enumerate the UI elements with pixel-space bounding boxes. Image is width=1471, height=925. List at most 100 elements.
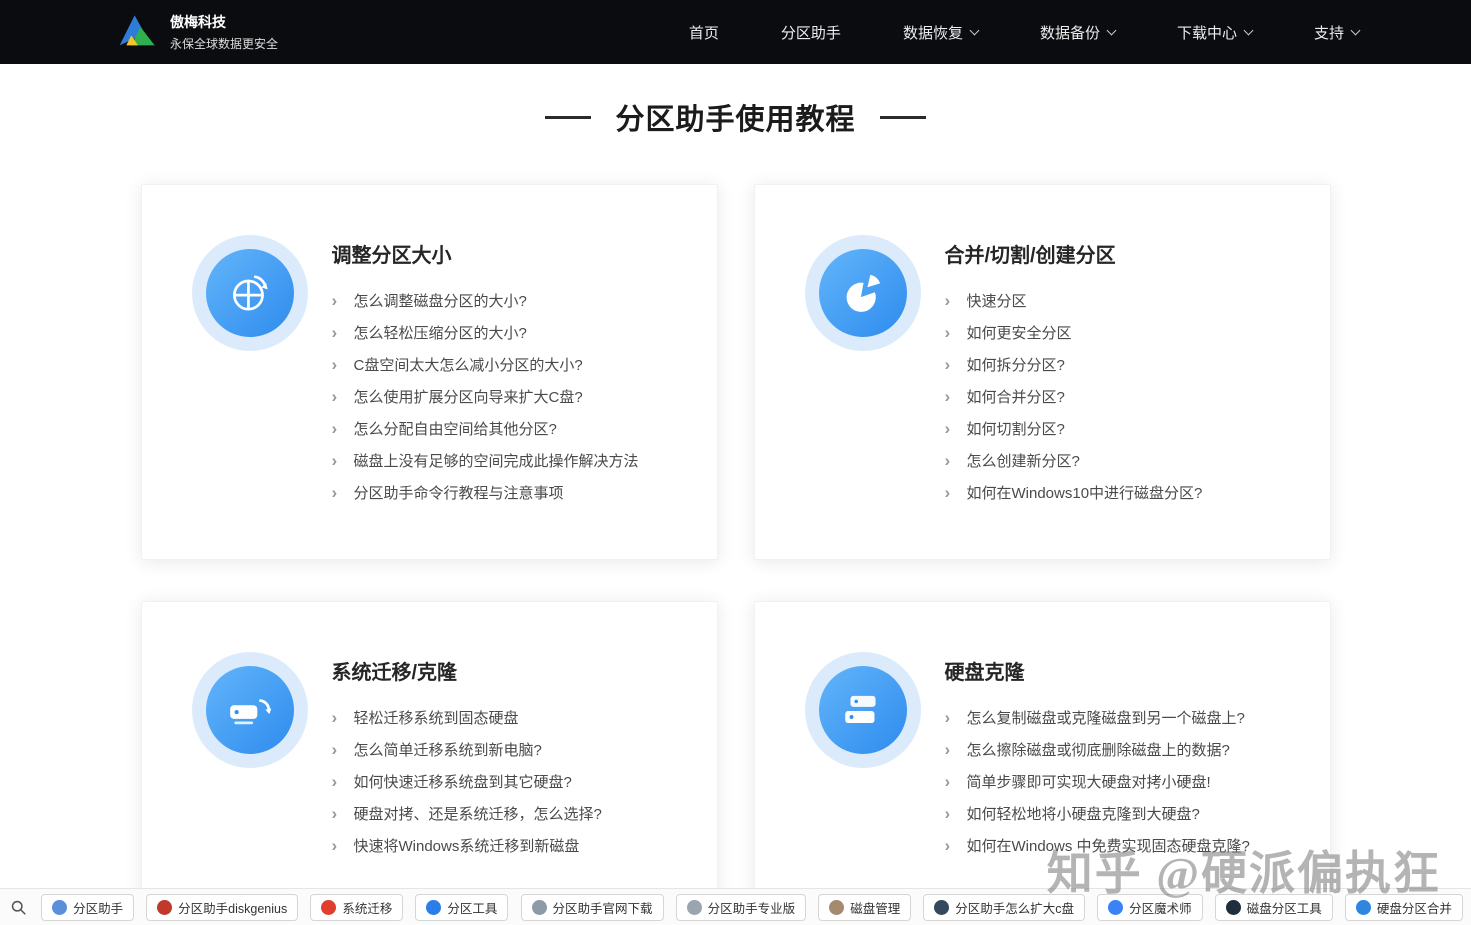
tutorial-card: 系统迁移/克隆 › 轻松迁移系统到固态硬盘 › 怎么简单迁移系统到新电脑? › … bbox=[140, 601, 718, 925]
tutorial-link[interactable]: › 如何更安全分区 bbox=[945, 316, 1304, 348]
taskbar-item-label: 分区工具 bbox=[447, 901, 498, 916]
top-nav-bar: 傲梅科技 永保全球数据更安全 首页 分区助手 数据恢复 数据备份 下载中心 支持 bbox=[0, 0, 1471, 64]
chevron-right-icon: › bbox=[331, 354, 338, 374]
tutorial-link-text[interactable]: 硬盘对拷、还是系统迁移，怎么选择? bbox=[354, 803, 602, 824]
tutorial-link-text[interactable]: 如何切割分区? bbox=[967, 418, 1065, 439]
tutorial-link[interactable]: › 如何轻松地将小硬盘克隆到大硬盘? bbox=[945, 797, 1304, 829]
nav-item-3[interactable]: 数据恢复 bbox=[902, 22, 980, 43]
tutorial-link-text[interactable]: 快速将Windows系统迁移到新磁盘 bbox=[354, 835, 580, 856]
chevron-down-icon bbox=[1243, 25, 1254, 35]
taskbar-item-label: 分区助手diskgenius bbox=[178, 901, 288, 916]
card-icon-halo bbox=[804, 652, 921, 768]
tutorial-link[interactable]: › 如何切割分区? bbox=[945, 412, 1304, 444]
tutorial-link-text[interactable]: 怎么擦除磁盘或彻底删除磁盘上的数据? bbox=[967, 739, 1230, 760]
taskbar-item[interactable]: 分区工具 bbox=[415, 893, 509, 921]
tutorial-link-text[interactable]: 轻松迁移系统到固态硬盘 bbox=[354, 707, 519, 728]
main-nav: 首页 分区助手 数据恢复 数据备份 下载中心 支持 bbox=[689, 22, 1361, 43]
disk-clone-icon bbox=[818, 666, 907, 754]
tutorial-link[interactable]: › 怎么擦除磁盘或彻底删除磁盘上的数据? bbox=[945, 733, 1304, 765]
nav-item-4[interactable]: 数据备份 bbox=[1040, 22, 1117, 43]
tutorial-link[interactable]: › 怎么使用扩展分区向导来扩大C盘? bbox=[332, 380, 691, 412]
chevron-right-icon: › bbox=[331, 803, 338, 823]
watermark: 知乎 @硬派偏执狂 bbox=[1046, 848, 1441, 899]
chevron-right-icon: › bbox=[331, 386, 338, 406]
system-migrate-icon bbox=[205, 666, 294, 754]
tutorial-link[interactable]: › 怎么调整磁盘分区的大小? bbox=[332, 284, 691, 316]
taskbar-item[interactable]: 磁盘管理 bbox=[818, 893, 912, 921]
nav-item-2[interactable]: 分区助手 bbox=[781, 22, 841, 43]
tutorial-link[interactable]: › 怎么分配自由空间给其他分区? bbox=[332, 412, 691, 444]
cards-grid: 调整分区大小 › 怎么调整磁盘分区的大小? › 怎么轻松压缩分区的大小? › C… bbox=[140, 184, 1331, 925]
tutorial-link-text[interactable]: C盘空间太大怎么减小分区的大小? bbox=[354, 354, 583, 375]
favicon-icon bbox=[321, 899, 337, 915]
taskbar-item[interactable]: 分区助手专业版 bbox=[675, 893, 807, 921]
tutorial-link-text[interactable]: 怎么简单迁移系统到新电脑? bbox=[354, 739, 542, 760]
tutorial-link-text[interactable]: 怎么轻松压缩分区的大小? bbox=[354, 322, 527, 343]
favicon-icon bbox=[934, 899, 950, 915]
tutorial-link[interactable]: › 轻松迁移系统到固态硬盘 bbox=[332, 701, 691, 733]
favicon-icon bbox=[829, 899, 845, 915]
taskbar-item-label: 分区助手官网下载 bbox=[552, 901, 653, 916]
tutorial-link-text[interactable]: 如何拆分分区? bbox=[967, 354, 1065, 375]
taskbar-item[interactable]: 分区助手diskgenius bbox=[146, 893, 299, 921]
tutorial-link-text[interactable]: 怎么调整磁盘分区的大小? bbox=[354, 290, 527, 311]
tutorial-link[interactable]: › 快速将Windows系统迁移到新磁盘 bbox=[332, 829, 691, 861]
brand-text: 傲梅科技 永保全球数据更安全 bbox=[170, 12, 278, 52]
tutorial-link-text[interactable]: 快速分区 bbox=[967, 290, 1027, 311]
nav-item-6[interactable]: 支持 bbox=[1314, 22, 1361, 43]
tutorial-link-text[interactable]: 分区助手命令行教程与注意事项 bbox=[354, 482, 564, 503]
tutorial-link[interactable]: › 怎么简单迁移系统到新电脑? bbox=[332, 733, 691, 765]
chevron-right-icon: › bbox=[331, 418, 338, 438]
nav-item-1[interactable]: 首页 bbox=[689, 22, 719, 43]
tutorial-link[interactable]: › 如何拆分分区? bbox=[945, 348, 1304, 380]
merge-split-partition-icon bbox=[818, 249, 907, 337]
tutorial-link[interactable]: › 简单步骤即可实现大硬盘对拷小硬盘! bbox=[945, 765, 1304, 797]
chevron-right-icon: › bbox=[331, 835, 338, 855]
tutorial-link-text[interactable]: 怎么使用扩展分区向导来扩大C盘? bbox=[354, 386, 583, 407]
tutorial-link[interactable]: › 快速分区 bbox=[945, 284, 1304, 316]
tutorial-link-text[interactable]: 如何快速迁移系统盘到其它硬盘? bbox=[354, 771, 572, 792]
taskbar-item-label: 系统迁移 bbox=[342, 901, 393, 916]
tutorial-link[interactable]: › 硬盘对拷、还是系统迁移，怎么选择? bbox=[332, 797, 691, 829]
card-title: 合并/切割/创建分区 bbox=[944, 245, 1116, 267]
brand[interactable]: 傲梅科技 永保全球数据更安全 bbox=[118, 11, 278, 53]
tutorial-link[interactable]: › C盘空间太大怎么减小分区的大小? bbox=[332, 348, 691, 380]
tutorial-link[interactable]: › 怎么轻松压缩分区的大小? bbox=[332, 316, 691, 348]
tutorial-link-text[interactable]: 磁盘上没有足够的空间完成此操作解决方法 bbox=[354, 450, 639, 471]
aomei-logo-icon bbox=[118, 11, 158, 53]
tutorial-link[interactable]: › 怎么创建新分区? bbox=[945, 444, 1304, 476]
chevron-right-icon: › bbox=[944, 739, 951, 759]
nav-item-label: 下载中心 bbox=[1176, 24, 1237, 42]
chevron-right-icon: › bbox=[331, 482, 338, 502]
favicon-icon bbox=[157, 899, 173, 915]
tutorial-link[interactable]: › 怎么复制磁盘或克隆磁盘到另一个磁盘上? bbox=[945, 701, 1304, 733]
tutorial-link[interactable]: › 如何合并分区? bbox=[945, 380, 1304, 412]
card-title: 硬盘克隆 bbox=[944, 662, 1025, 684]
nav-item-label: 数据恢复 bbox=[902, 24, 963, 42]
tutorial-link[interactable]: › 分区助手命令行教程与注意事项 bbox=[332, 476, 691, 508]
chevron-right-icon: › bbox=[944, 386, 951, 406]
taskbar-item[interactable]: 系统迁移 bbox=[310, 893, 404, 921]
tutorial-link-text[interactable]: 如何轻松地将小硬盘克隆到大硬盘? bbox=[967, 803, 1200, 824]
tutorial-link-text[interactable]: 如何在Windows10中进行磁盘分区? bbox=[967, 482, 1203, 503]
chevron-right-icon: › bbox=[331, 322, 338, 342]
card-link-list: › 轻松迁移系统到固态硬盘 › 怎么简单迁移系统到新电脑? › 如何快速迁移系统… bbox=[332, 701, 691, 861]
taskbar-item[interactable]: 分区助手 bbox=[41, 893, 135, 921]
nav-item-5[interactable]: 下载中心 bbox=[1176, 22, 1254, 43]
taskbar-item[interactable]: 分区助手官网下载 bbox=[520, 893, 664, 921]
tutorial-link[interactable]: › 如何快速迁移系统盘到其它硬盘? bbox=[332, 765, 691, 797]
tutorial-link-text[interactable]: 怎么分配自由空间给其他分区? bbox=[354, 418, 557, 439]
chevron-down-icon bbox=[969, 25, 980, 35]
tutorial-link[interactable]: › 如何在Windows10中进行磁盘分区? bbox=[945, 476, 1304, 508]
tutorial-link-text[interactable]: 如何合并分区? bbox=[967, 386, 1065, 407]
tutorial-link-text[interactable]: 简单步骤即可实现大硬盘对拷小硬盘! bbox=[967, 771, 1211, 792]
card-link-list: › 快速分区 › 如何更安全分区 › 如何拆分分区? › 如何合并分区? › 如… bbox=[945, 284, 1304, 508]
tutorial-link-text[interactable]: 怎么复制磁盘或克隆磁盘到另一个磁盘上? bbox=[967, 707, 1245, 728]
search-icon[interactable] bbox=[8, 899, 29, 916]
tutorial-link-text[interactable]: 怎么创建新分区? bbox=[967, 450, 1080, 471]
card-body: 合并/切割/创建分区 › 快速分区 › 如何更安全分区 › 如何拆分分区? › … bbox=[945, 235, 1304, 533]
tutorial-link-text[interactable]: 如何更安全分区 bbox=[967, 322, 1072, 343]
chevron-right-icon: › bbox=[944, 354, 951, 374]
tutorial-link[interactable]: › 磁盘上没有足够的空间完成此操作解决方法 bbox=[332, 444, 691, 476]
chevron-right-icon: › bbox=[944, 835, 951, 855]
